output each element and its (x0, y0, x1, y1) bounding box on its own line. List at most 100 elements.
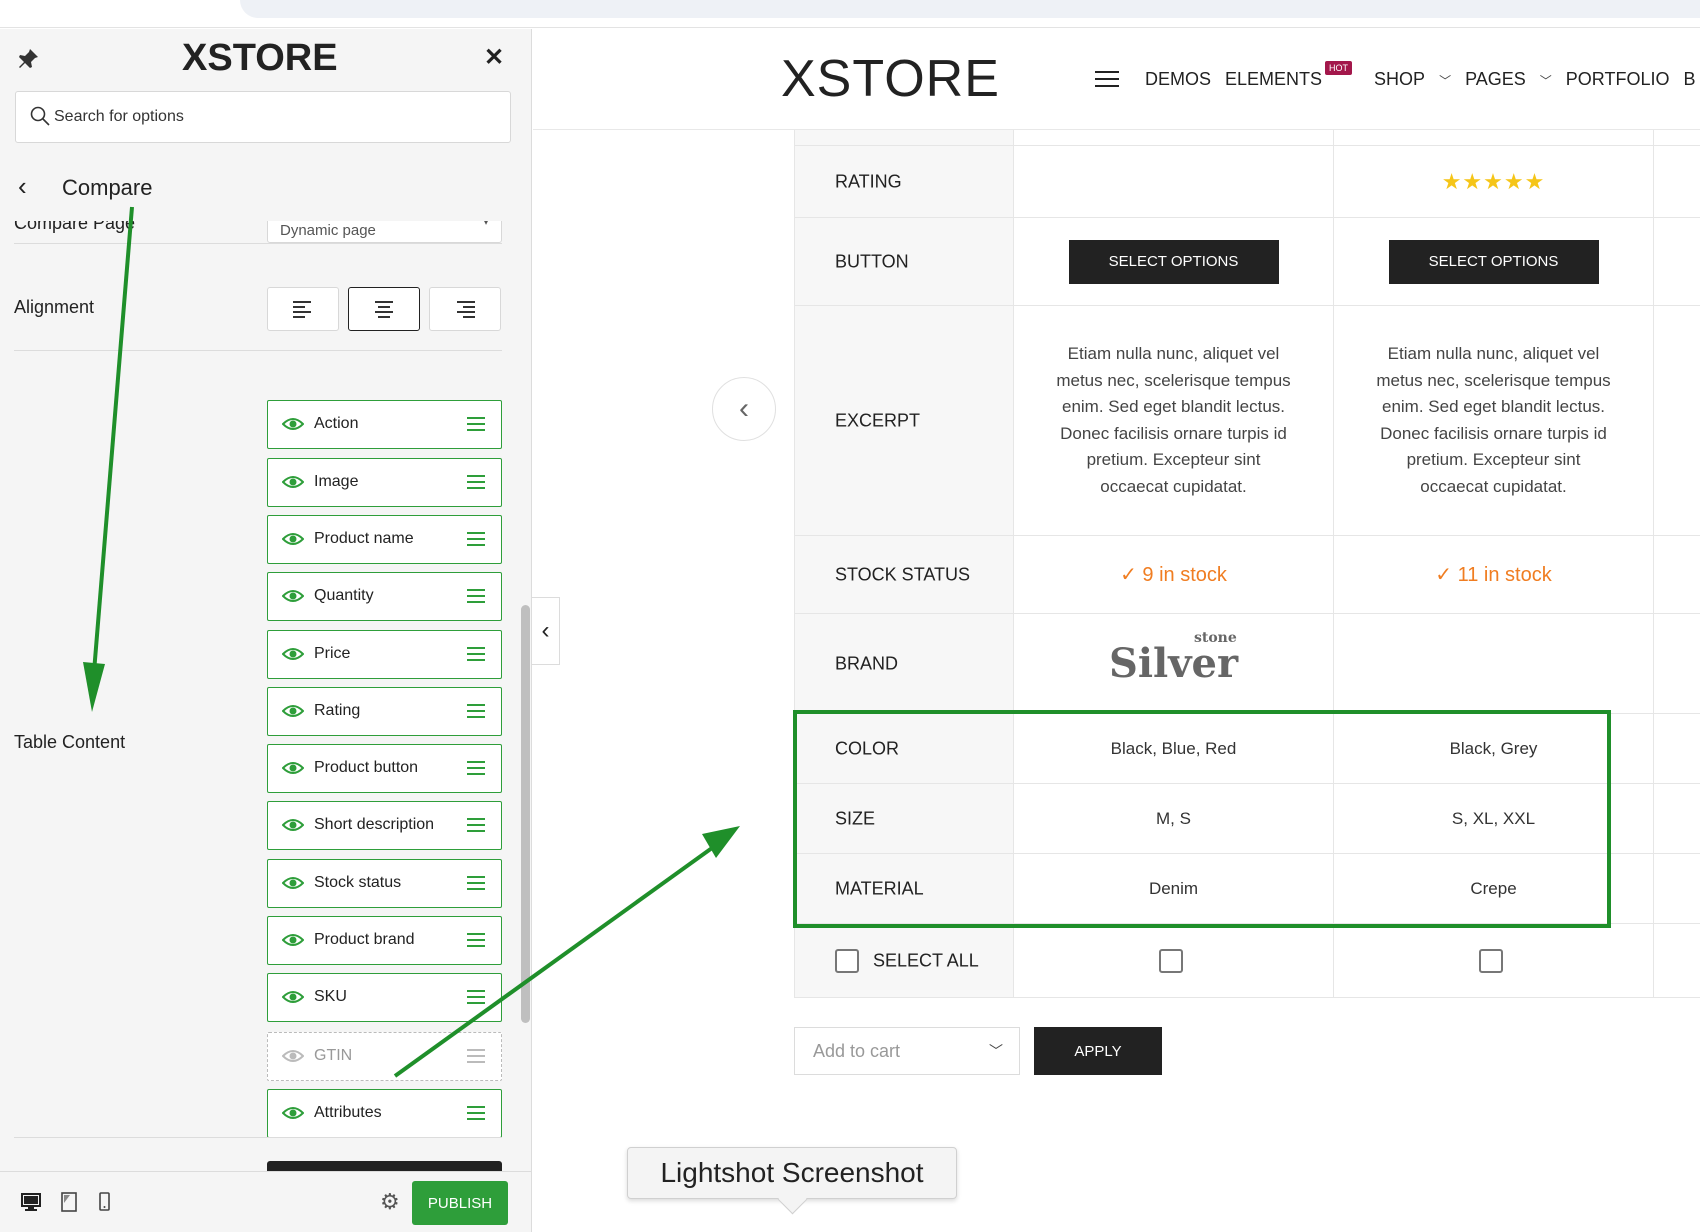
brand-logo[interactable]: Silver stone (1109, 630, 1238, 687)
select-all-checkbox[interactable] (835, 949, 859, 973)
eye-icon[interactable] (282, 817, 304, 833)
drag-handle-icon[interactable] (467, 532, 485, 546)
table-content-item-label: Short description (314, 816, 435, 833)
mobile-icon[interactable] (93, 1191, 115, 1213)
table-content-item[interactable]: SKU (267, 973, 502, 1022)
eye-icon[interactable] (282, 1048, 304, 1064)
rating-cell: ★★★★★ (1334, 146, 1654, 217)
button-row: BUTTON SELECT OPTIONS SELECT OPTIONS (794, 218, 1700, 306)
apply-button[interactable]: APPLY (1034, 1027, 1162, 1075)
drag-handle-icon[interactable] (467, 876, 485, 890)
nav-pages[interactable]: PAGES ﹀ (1465, 69, 1552, 90)
customizer-panel: XSTORE ✕ ‹ Compare Compare Page Dynamic … (0, 29, 532, 1232)
search-icon (30, 106, 50, 126)
drag-handle-icon[interactable] (467, 589, 485, 603)
drag-handle-icon[interactable] (467, 1106, 485, 1120)
nav-demos[interactable]: DEMOS (1145, 69, 1211, 90)
eye-icon[interactable] (282, 703, 304, 719)
compare-page-label: Compare Page (14, 221, 136, 233)
drag-handle-icon[interactable] (467, 475, 485, 489)
gear-icon[interactable]: ⚙ (380, 1189, 400, 1215)
table-content-item[interactable]: Product name (267, 515, 502, 564)
bulk-action-select[interactable]: Add to cart ﹀ (794, 1027, 1020, 1075)
nav-more[interactable]: B (1683, 69, 1695, 90)
product-checkbox[interactable] (1478, 948, 1503, 973)
search-options-box[interactable] (15, 91, 511, 143)
table-content-item[interactable]: Price (267, 630, 502, 679)
eye-icon[interactable] (282, 531, 304, 547)
drag-handle-icon[interactable] (467, 1049, 485, 1063)
eye-icon[interactable] (282, 1105, 304, 1121)
stock-status: ✓ 9 in stock (1120, 562, 1227, 587)
table-content-item[interactable]: Product button (267, 744, 502, 793)
close-icon[interactable]: ✕ (484, 43, 504, 72)
row-label-excerpt: EXCERPT (835, 410, 921, 430)
hamburger-menu-icon[interactable] (1095, 71, 1119, 87)
align-left-button[interactable] (267, 287, 339, 331)
panel-scrollbar[interactable] (521, 605, 530, 1023)
publish-button[interactable]: PUBLISH (412, 1181, 508, 1225)
eye-icon[interactable] (282, 416, 304, 432)
eye-icon[interactable] (282, 646, 304, 662)
select-options-button[interactable]: SELECT OPTIONS (1388, 239, 1599, 284)
section-title: Compare (62, 175, 153, 200)
chevron-down-icon: ﹀ (1539, 74, 1552, 88)
eye-icon[interactable] (282, 875, 304, 891)
brand-row: BRAND Silver stone (794, 614, 1700, 714)
table-content-item[interactable]: Product brand (267, 916, 502, 965)
material-row: MATERIAL Denim Crepe (794, 854, 1700, 924)
drag-handle-icon[interactable] (467, 990, 485, 1004)
color-row: COLOR Black, Blue, Red Black, Grey (794, 714, 1700, 784)
size-row: SIZE M, S S, XL, XXL (794, 784, 1700, 854)
nav-elements[interactable]: ELEMENTS HOT (1225, 61, 1353, 90)
drag-handle-icon[interactable] (467, 761, 485, 775)
align-right-button[interactable] (429, 287, 501, 331)
back-arrow-icon[interactable]: ‹ (18, 171, 27, 202)
table-content-item[interactable]: Rating (267, 687, 502, 736)
table-content-item[interactable]: Image (267, 458, 502, 507)
row-label-color: COLOR (835, 738, 900, 758)
table-content-item[interactable]: Quantity (267, 572, 502, 621)
compare-page-select[interactable]: Dynamic page ▾ (267, 221, 502, 243)
excerpt-row: EXCERPT Etiam nulla nunc, aliquet vel me… (794, 306, 1700, 536)
product-checkbox[interactable] (1158, 948, 1183, 973)
drag-handle-icon[interactable] (467, 818, 485, 832)
select-options-button[interactable]: SELECT OPTIONS (1068, 239, 1279, 284)
row-label-rating: RATING (835, 171, 902, 191)
table-content-item[interactable]: Short description (267, 801, 502, 850)
align-center-button[interactable] (348, 287, 420, 331)
drag-handle-icon[interactable] (467, 933, 485, 947)
table-content-item[interactable]: GTIN (267, 1032, 502, 1081)
pin-icon[interactable] (16, 47, 40, 71)
drag-handle-icon[interactable] (467, 704, 485, 718)
nav-portfolio[interactable]: PORTFOLIO (1566, 69, 1670, 90)
eye-icon[interactable] (282, 588, 304, 604)
desktop-icon[interactable] (20, 1191, 42, 1213)
table-content-item[interactable]: Action (267, 400, 502, 449)
chevron-down-icon: ﹀ (1439, 74, 1452, 88)
stock-row: STOCK STATUS ✓ 9 in stock ✓ 11 in stock (794, 536, 1700, 614)
customizer-footer: ⚙ PUBLISH (0, 1171, 531, 1232)
table-content-item-label: Quantity (314, 587, 374, 604)
eye-icon[interactable] (282, 932, 304, 948)
eye-icon[interactable] (282, 474, 304, 490)
site-logo[interactable]: XSTORE (781, 49, 1000, 109)
nav-shop[interactable]: SHOP ﹀ (1374, 69, 1451, 90)
table-content-item[interactable]: Stock status (267, 859, 502, 908)
collapse-panel-button[interactable]: ‹ (532, 597, 560, 665)
drag-handle-icon[interactable] (467, 647, 485, 661)
eye-icon[interactable] (282, 989, 304, 1005)
table-content-item[interactable]: Attributes (267, 1089, 502, 1138)
search-input[interactable] (54, 92, 494, 142)
row-label-size: SIZE (835, 808, 876, 828)
hot-badge: HOT (1325, 61, 1353, 75)
excerpt-text: Etiam nulla nunc, aliquet vel metus nec,… (1056, 344, 1291, 496)
table-content-item-label: Product brand (314, 931, 415, 948)
row-label-stock: STOCK STATUS (835, 564, 971, 584)
table-content-item-label: Product name (314, 530, 414, 547)
eye-icon[interactable] (282, 760, 304, 776)
previous-arrow-button[interactable]: ‹ (712, 377, 776, 441)
drag-handle-icon[interactable] (467, 417, 485, 431)
tablet-icon[interactable] (58, 1191, 80, 1213)
material-value: Crepe (1334, 854, 1654, 923)
